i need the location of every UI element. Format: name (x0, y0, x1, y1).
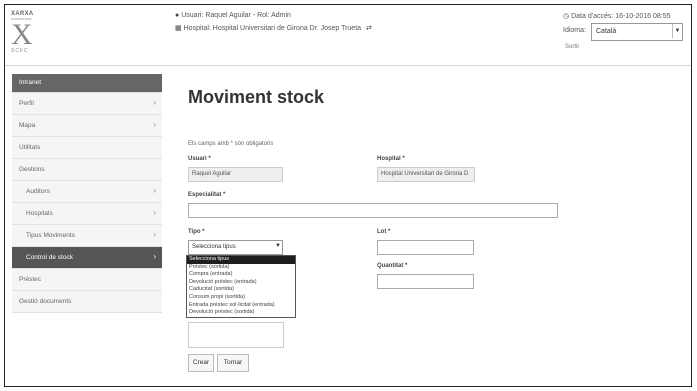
sidebar-item-label: Control de stock (26, 254, 73, 261)
clock-icon: ◷ (563, 13, 570, 20)
sidebar-item-hospitals[interactable]: Hospitals › (12, 203, 162, 225)
sidebar-item-perfil[interactable]: Perfil › (12, 93, 162, 115)
hospital-label: Hospital * (377, 156, 405, 162)
sidebar-item-intranet[interactable]: Intranet (12, 74, 162, 93)
language-select[interactable]: Català ▼ (591, 23, 683, 41)
usuari-field: Raquel Aguilar (188, 167, 283, 182)
chevron-down-icon: ▼ (672, 24, 682, 38)
lot-input[interactable] (377, 240, 474, 255)
back-button[interactable]: Tornar (217, 354, 249, 372)
quantitat-input[interactable] (377, 274, 474, 289)
language-label: Idioma: (563, 27, 586, 34)
tipo-option[interactable]: Compra (entrada) (187, 271, 295, 279)
sidebar-item-label: Préstec (19, 276, 42, 283)
sidebar-item-gesti-documents[interactable]: Gestió documents (12, 291, 162, 313)
sidebar-item-label: Mapa (19, 122, 36, 129)
logo-x-mark: X (11, 18, 33, 51)
switch-hospital-icon[interactable]: ⇄ (366, 24, 372, 32)
chevron-right-icon: › (153, 120, 156, 129)
usuari-label: Usuari * (188, 156, 211, 162)
tipo-option[interactable]: Devolució préstec (sortida) (187, 309, 295, 317)
sidebar-item-utilitats[interactable]: Utilitats (12, 137, 162, 159)
tipo-option[interactable]: Caducitat (sortida) (187, 286, 295, 294)
tipo-label: Tipo * (188, 229, 205, 235)
logout-link[interactable]: Sortir (565, 44, 579, 50)
sidebar-item-label: Utilitats (19, 144, 41, 151)
sidebar-nav: Intranet Perfil › Mapa › Utilitats Gestions Aud… (12, 74, 162, 313)
sidebar-item-label: Hospitals (26, 210, 53, 217)
chevron-right-icon: › (153, 208, 156, 217)
tipo-option[interactable]: Devolució préstec (entrada) (187, 279, 295, 287)
observations-textarea[interactable] (188, 322, 284, 348)
logo-text-line3: SCFC (11, 48, 29, 54)
language-value: Català (596, 28, 617, 35)
user-icon: ● (175, 12, 180, 19)
user-label: Usuari: Raquel Aguilar - Rol: Admin (181, 12, 291, 19)
app-window: XARXA D'INVENTARIS X SCFC ● Usuari: Raque… (4, 4, 692, 387)
chevron-right-icon: › (153, 230, 156, 239)
sidebar-item-control-de-stock[interactable]: Control de stock › (12, 247, 162, 269)
chevron-down-icon: ▼ (275, 243, 281, 249)
hospital-label: Hospital: Hospital Universitari de Giron… (183, 25, 362, 32)
sidebar-item-tipus-moviments[interactable]: Tipus Moviments › (12, 225, 162, 247)
current-user: ● Usuari: Raquel Aguilar - Rol: Admin (175, 12, 291, 19)
hospital-value: Hospital Universitari de Girona D (381, 171, 469, 177)
sidebar-item-auditors[interactable]: Auditors › (12, 181, 162, 203)
sidebar-item-mapa[interactable]: Mapa › (12, 115, 162, 137)
lot-label: Lot * (377, 229, 391, 235)
tipo-value: Selecciona tipus (192, 244, 236, 250)
chevron-right-icon: › (153, 186, 156, 195)
tipo-select[interactable]: Selecciona tipus ▼ (188, 240, 283, 255)
sidebar-item-label: Auditors (26, 188, 50, 195)
tipo-option[interactable]: Selecciona tipus (187, 256, 295, 264)
sidebar-item-label: Intranet (19, 79, 42, 86)
tipo-dropdown-list: Selecciona tipus Préstec (sortida) Compra … (186, 255, 296, 318)
especialitat-label: Especialitat * (188, 192, 226, 198)
quantitat-label: Quantitat * (377, 263, 408, 269)
sidebar-item-label: Perfil (19, 100, 34, 107)
tipo-option[interactable]: Entrada préstec sol·licitat (entrada) (187, 302, 295, 310)
especialitat-input[interactable] (188, 203, 558, 218)
tipo-option[interactable]: Préstec (sortida) (187, 264, 295, 272)
access-date-label: Data d'accés: 16-10-2016 08:55 (571, 13, 671, 20)
current-hospital: ▦ Hospital: Hospital Universitari de Giro… (175, 24, 374, 32)
sidebar-item-label: Tipus Moviments (26, 232, 75, 239)
sidebar-item-gestions[interactable]: Gestions (12, 159, 162, 181)
access-date: ◷ Data d'accés: 16-10-2016 08:55 (563, 12, 671, 20)
required-note: Els camps amb * són obligatoris (188, 141, 274, 147)
app-logo[interactable]: XARXA D'INVENTARIS X SCFC (11, 11, 45, 57)
sidebar-item-pr-stec[interactable]: Préstec (12, 269, 162, 291)
hospital-field: Hospital Universitari de Girona D (377, 167, 475, 182)
top-header: XARXA D'INVENTARIS X SCFC ● Usuari: Raque… (5, 5, 691, 66)
tipo-option[interactable]: Consum propi (sortida) (187, 294, 295, 302)
chevron-right-icon: › (153, 252, 156, 261)
usuari-value: Raquel Aguilar (192, 171, 232, 177)
chevron-right-icon: › (153, 98, 156, 107)
page-title: Moviment stock (188, 87, 325, 107)
create-button[interactable]: Crear (188, 354, 214, 372)
sidebar-item-label: Gestions (19, 166, 45, 173)
building-icon: ▦ (175, 25, 182, 32)
sidebar-item-label: Gestió documents (19, 298, 72, 305)
